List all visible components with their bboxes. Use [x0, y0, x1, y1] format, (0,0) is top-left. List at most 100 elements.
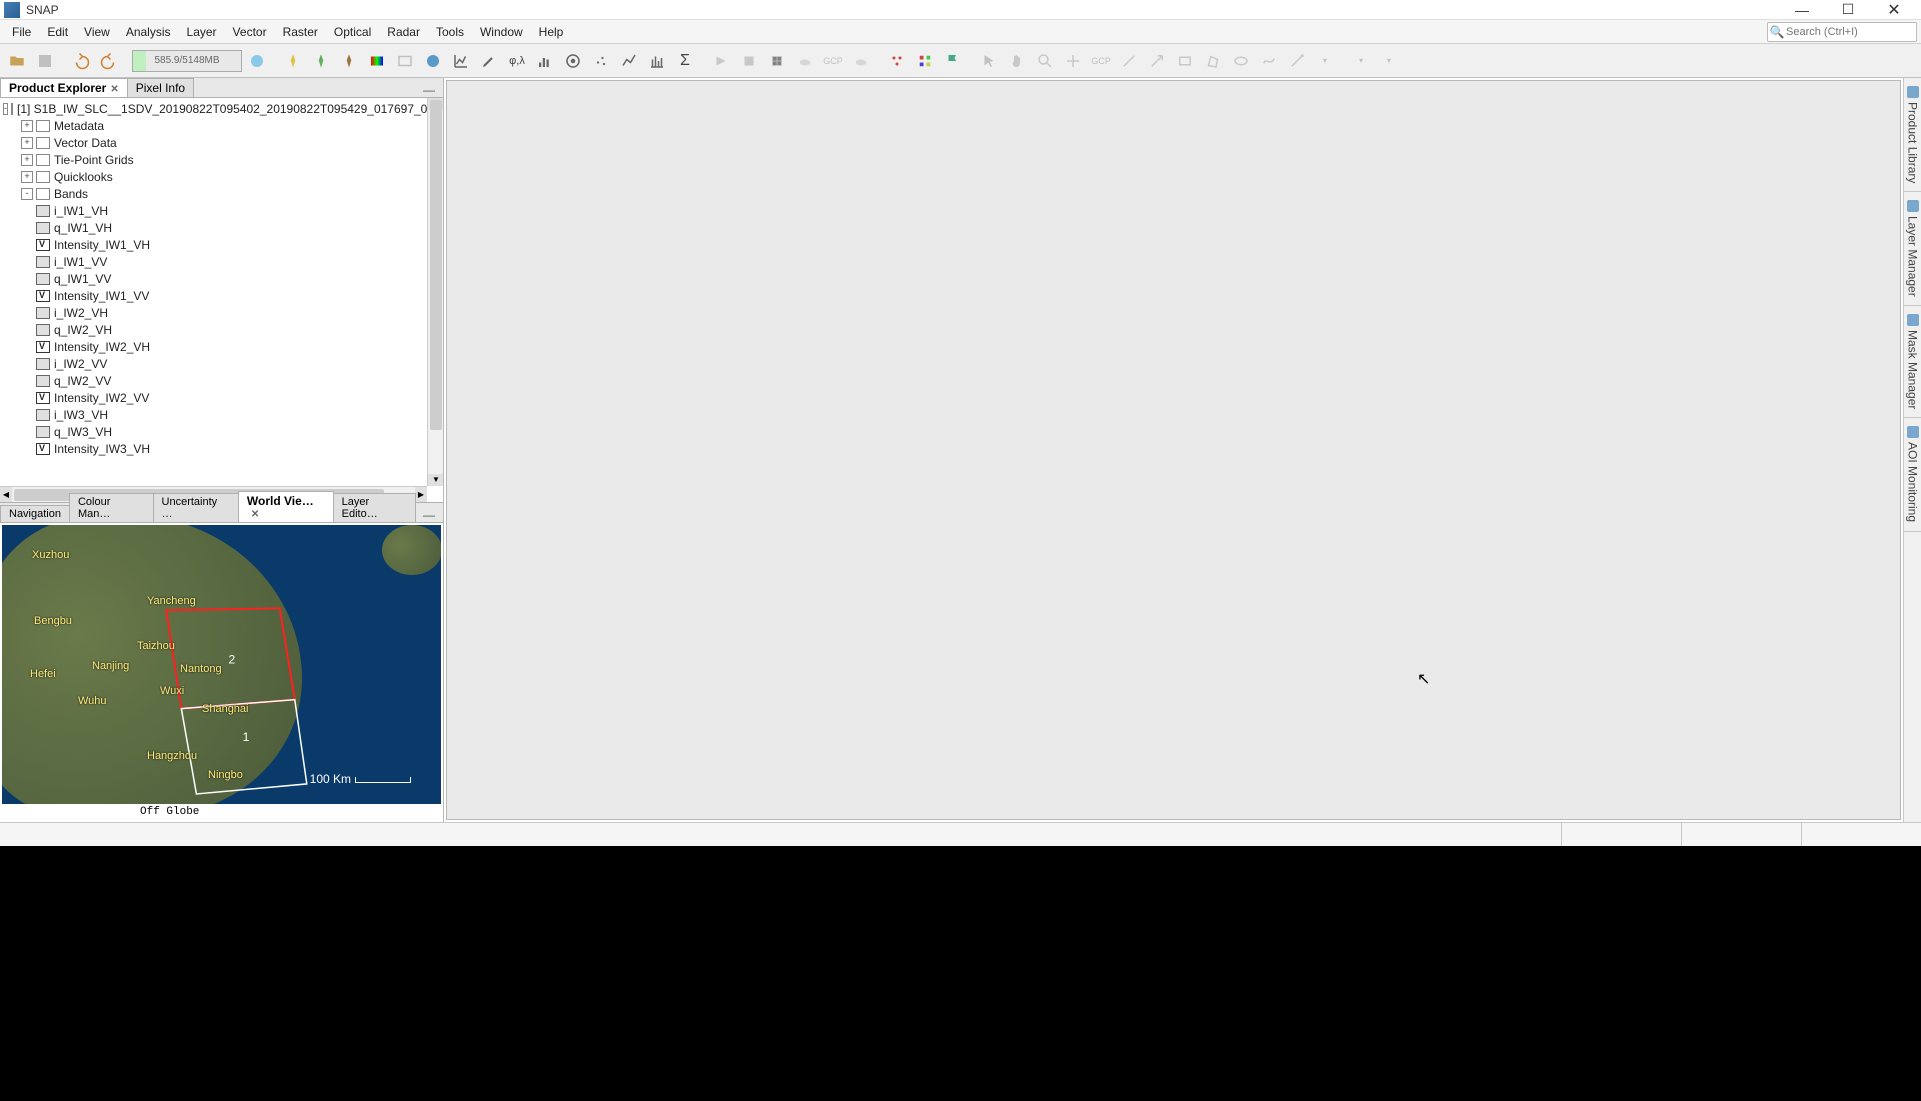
flag-icon[interactable] [940, 48, 966, 74]
line-icon[interactable] [1116, 48, 1142, 74]
profile-icon[interactable] [616, 48, 642, 74]
rect-tool-icon[interactable] [1172, 48, 1198, 74]
scroll-thumb[interactable] [430, 100, 442, 430]
cluster2-icon[interactable] [912, 48, 938, 74]
product-tree[interactable]: -[1] S1B_IW_SLC__1SDV_20190822T095402_20… [0, 98, 443, 502]
poly-tool-icon[interactable] [1200, 48, 1226, 74]
cloud1-icon[interactable] [792, 48, 818, 74]
tree-band[interactable]: i_IW3_VH [0, 406, 443, 423]
tree-band[interactable]: q_IW3_VH [0, 423, 443, 440]
cluster1-icon[interactable] [884, 48, 910, 74]
menu-layer[interactable]: Layer [179, 23, 225, 41]
undo-icon[interactable] [68, 48, 94, 74]
search-input[interactable] [1786, 23, 1916, 41]
tab-mask-manager[interactable]: Mask Manager [1904, 306, 1921, 418]
zoom-world-icon[interactable] [420, 48, 446, 74]
tree-band[interactable]: q_IW2_VV [0, 372, 443, 389]
tree-band[interactable]: i_IW1_VV [0, 253, 443, 270]
menu-edit[interactable]: Edit [39, 23, 76, 41]
pointer-icon[interactable] [976, 48, 1002, 74]
tree-band[interactable]: q_IW1_VH [0, 219, 443, 236]
scroll-left-icon[interactable]: ◀ [0, 487, 12, 502]
dropdown2-icon[interactable]: ▾ [1348, 48, 1374, 74]
tree-quicklooks[interactable]: +Quicklooks [0, 168, 443, 185]
chart-icon[interactable] [448, 48, 474, 74]
menu-radar[interactable]: Radar [379, 23, 428, 41]
tab-world-view[interactable]: World Vie…✕ [238, 491, 334, 522]
target-icon[interactable] [560, 48, 586, 74]
maximize-button[interactable]: ☐ [1825, 0, 1871, 20]
wand-icon[interactable] [1284, 48, 1310, 74]
menu-analysis[interactable]: Analysis [118, 23, 179, 41]
sigma-icon[interactable]: Σ [672, 48, 698, 74]
tab-navigation[interactable]: Navigation [0, 505, 70, 522]
arrow-icon[interactable] [1144, 48, 1170, 74]
tab-uncertainty[interactable]: Uncertainty … [153, 493, 239, 522]
tab-aoi-monitoring[interactable]: AOI Monitoring [1904, 418, 1921, 531]
close-icon[interactable]: ✕ [251, 509, 259, 520]
tree-tie-point[interactable]: +Tie-Point Grids [0, 151, 443, 168]
center-viewer[interactable]: ↖ [446, 80, 1901, 820]
menu-file[interactable]: File [4, 23, 39, 41]
histogram-icon[interactable] [532, 48, 558, 74]
zoom-icon[interactable] [1032, 48, 1058, 74]
scatter-icon[interactable] [588, 48, 614, 74]
free-tool-icon[interactable] [1256, 48, 1282, 74]
spectrum-icon[interactable] [644, 48, 670, 74]
tree-metadata[interactable]: +Metadata [0, 117, 443, 134]
pin-brown-icon[interactable] [336, 48, 362, 74]
shape2-icon[interactable] [736, 48, 762, 74]
ellipse-tool-icon[interactable] [1228, 48, 1254, 74]
menu-vector[interactable]: Vector [225, 23, 275, 41]
tab-pixel-info[interactable]: Pixel Info [127, 78, 194, 97]
tree-band[interactable]: q_IW2_VH [0, 321, 443, 338]
save-icon[interactable] [32, 48, 58, 74]
search-box[interactable]: 🔍 [1767, 22, 1917, 42]
edit-icon[interactable] [476, 48, 502, 74]
gcp-tool-icon[interactable]: GCP [1088, 48, 1114, 74]
tree-vector-data[interactable]: +Vector Data [0, 134, 443, 151]
tree-band[interactable]: Intensity_IW2_VH [0, 338, 443, 355]
globe-icon[interactable] [244, 48, 270, 74]
menu-raster[interactable]: Raster [275, 23, 326, 41]
tab-layer-manager[interactable]: Layer Manager [1904, 192, 1921, 306]
hand-icon[interactable] [1004, 48, 1030, 74]
tree-band[interactable]: Intensity_IW3_VH [0, 440, 443, 456]
tab-layer-editor[interactable]: Layer Edito… [333, 493, 416, 522]
pin-yellow-icon[interactable] [280, 48, 306, 74]
tab-product-explorer[interactable]: Product Explorer✕ [0, 78, 128, 97]
tree-band[interactable]: Intensity_IW1_VV [0, 287, 443, 304]
menu-tools[interactable]: Tools [428, 23, 472, 41]
world-view-map[interactable]: 2 1 XuzhouYanchengBengbuTaizhouNanjingNa… [2, 525, 441, 804]
pin-green-icon[interactable] [308, 48, 334, 74]
tree-band[interactable]: i_IW2_VV [0, 355, 443, 372]
tree-scroll-vertical[interactable]: ▲ ▼ [427, 98, 443, 486]
open-icon[interactable] [4, 48, 30, 74]
menu-window[interactable]: Window [472, 23, 531, 41]
minimize-panel-icon[interactable]: — [415, 83, 443, 97]
tree-bands[interactable]: -Bands [0, 185, 443, 202]
minimize-button[interactable]: — [1779, 0, 1825, 20]
phi-lambda-icon[interactable]: φ,λ [504, 48, 530, 74]
tab-colour-man[interactable]: Colour Man… [69, 493, 154, 522]
close-icon[interactable]: ✕ [110, 84, 118, 95]
tree-band[interactable]: q_IW1_VV [0, 270, 443, 287]
menu-help[interactable]: Help [531, 23, 572, 41]
cross-icon[interactable] [1060, 48, 1086, 74]
menu-optical[interactable]: Optical [326, 23, 379, 41]
tree-band[interactable]: Intensity_IW1_VH [0, 236, 443, 253]
menu-view[interactable]: View [76, 23, 118, 41]
gcp-label-icon[interactable]: GCP [820, 48, 846, 74]
close-button[interactable]: ✕ [1871, 0, 1917, 20]
screenshot-icon[interactable] [392, 48, 418, 74]
dropdown1-icon[interactable]: ▾ [1312, 48, 1338, 74]
tree-product[interactable]: -[1] S1B_IW_SLC__1SDV_20190822T095402_20… [0, 100, 443, 117]
colorbar-icon[interactable] [364, 48, 390, 74]
grid-icon[interactable] [764, 48, 790, 74]
shape1-icon[interactable] [708, 48, 734, 74]
redo-icon[interactable] [96, 48, 122, 74]
tree-band[interactable]: Intensity_IW2_VV [0, 389, 443, 406]
dropdown3-icon[interactable]: ▾ [1376, 48, 1402, 74]
cloud2-icon[interactable] [848, 48, 874, 74]
tree-band[interactable]: i_IW2_VH [0, 304, 443, 321]
